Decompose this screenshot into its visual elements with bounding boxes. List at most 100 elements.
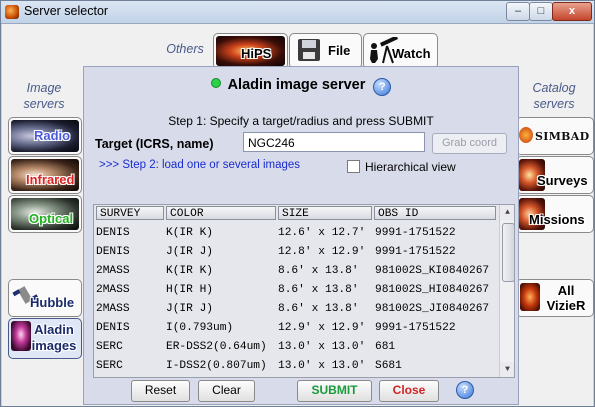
table-row[interactable]: SERC I-DSS2(0.807um) 13.0' x 13.0' S681 bbox=[94, 357, 496, 376]
target-input[interactable]: NGC246 bbox=[243, 132, 425, 152]
tab-watch[interactable]: Watch bbox=[363, 33, 438, 69]
cell-size: 8.6' x 13.8' bbox=[278, 284, 359, 296]
catalog-server-simbad[interactable]: SIMBAD bbox=[516, 117, 594, 155]
surveys-label: Surveys bbox=[537, 173, 588, 188]
image-servers-label: Image servers bbox=[23, 81, 65, 111]
cell-color: I-DSS2(0.807um) bbox=[166, 360, 267, 372]
table-scrollbar[interactable]: ▲ ▼ bbox=[499, 205, 514, 377]
help-icon-bottom[interactable]: ? bbox=[456, 381, 474, 399]
panel-title-row: Aladin image server? bbox=[84, 77, 518, 96]
cell-obs-id: 9991-1751522 bbox=[375, 227, 456, 239]
catalog-server-all-vizier[interactable]: All VizieR bbox=[516, 279, 594, 317]
status-led-icon bbox=[210, 78, 221, 88]
infrared-label: Infrared bbox=[26, 172, 75, 187]
cell-color: K(IR K) bbox=[166, 265, 213, 277]
close-window-button[interactable]: x bbox=[552, 2, 592, 21]
catalog-server-surveys[interactable]: Surveys bbox=[516, 156, 594, 194]
tab-file[interactable]: File bbox=[289, 33, 362, 69]
radio-label: Radio bbox=[34, 128, 71, 143]
cell-color: J(IR J) bbox=[166, 303, 213, 315]
cell-color: H(IR H) bbox=[166, 284, 213, 296]
simbad-label: SIMBAD bbox=[535, 130, 590, 143]
cell-color: B-DSS2(0.4um) bbox=[166, 376, 276, 377]
table-row[interactable]: DENIS I(0.793um) 12.9' x 12.9' 9991-1751522 bbox=[94, 319, 496, 338]
cell-survey: DENIS bbox=[96, 246, 130, 258]
image-server-radio[interactable]: Radio bbox=[8, 117, 82, 155]
tab-watch-label: Watch bbox=[392, 46, 431, 61]
floppy-disk-icon bbox=[298, 39, 320, 61]
tab-file-label: File bbox=[328, 43, 351, 58]
catalog-servers-label: Catalog servers bbox=[532, 81, 576, 111]
table-row[interactable]: 2MASS K(IR K) 8.6' x 13.8' 981002S_KI084026… bbox=[94, 262, 496, 281]
server-selector-window: Server selector – □ x Others Image serve… bbox=[0, 0, 595, 407]
tab-hips[interactable]: HiPS bbox=[213, 33, 288, 69]
grab-coord-button[interactable]: Grab coord bbox=[432, 133, 507, 154]
scroll-up-icon[interactable]: ▲ bbox=[500, 205, 514, 220]
table-row[interactable]: 2MASS H(IR H) 8.6' x 13.8' 981002S_HI084026… bbox=[94, 281, 496, 300]
cell-color: J(IR J) bbox=[166, 246, 213, 258]
table-row[interactable]: DENIS J(IR J) 12.8' x 12.9' 9991-1751522 bbox=[94, 243, 496, 262]
simbad-logo-icon bbox=[519, 127, 533, 143]
panel-title: Aladin image server bbox=[227, 77, 366, 93]
scroll-down-icon[interactable]: ▼ bbox=[500, 362, 514, 377]
title-bar: Server selector – □ x bbox=[1, 1, 594, 24]
help-icon[interactable]: ? bbox=[373, 78, 392, 96]
clear-button[interactable]: Clear bbox=[198, 380, 255, 402]
cell-survey: POSS bbox=[96, 376, 164, 377]
window-body: Others Image servers Catalog servers HiP… bbox=[2, 24, 594, 406]
cell-size: 13.0' x 13.0' bbox=[278, 360, 366, 372]
aladin-image-server-panel: Aladin image server? Step 1: Specify a t… bbox=[83, 66, 519, 405]
image-server-optical[interactable]: Optical bbox=[8, 195, 82, 233]
table-row[interactable]: SERC ER-DSS2(0.64um) 13.0' x 13.0' 681 bbox=[94, 338, 496, 357]
cell-size: 12.9' x 12.9' bbox=[278, 322, 366, 334]
window-title: Server selector bbox=[24, 4, 109, 18]
all-vizier-label: All VizieR bbox=[546, 283, 586, 313]
submit-button[interactable]: SUBMIT bbox=[297, 380, 372, 402]
scrollbar-thumb[interactable] bbox=[502, 223, 514, 282]
cell-survey: SERC bbox=[96, 360, 123, 372]
step2-instruction: >>> Step 2: load one or several images bbox=[99, 159, 301, 171]
cell-survey: SERC bbox=[96, 341, 123, 353]
cell-obs-id: 681 bbox=[375, 341, 396, 353]
cell-obs-id: 9991-1751522 bbox=[375, 322, 456, 334]
hierarchical-view-option[interactable]: Hierarchical view bbox=[347, 160, 456, 174]
table-row[interactable]: POSSB-DSS2(0.4um)13.0' x 13.0' 796 bbox=[94, 376, 496, 377]
catalog-server-missions[interactable]: Missions bbox=[516, 195, 594, 233]
close-button[interactable]: Close bbox=[379, 380, 439, 402]
reset-button[interactable]: Reset bbox=[131, 380, 190, 402]
cell-survey: DENIS bbox=[96, 322, 130, 334]
cell-size: 12.8' x 12.9' bbox=[278, 246, 366, 258]
cell-color: I(0.793um) bbox=[166, 322, 234, 334]
target-label: Target (ICRS, name) bbox=[95, 137, 214, 151]
column-header-color[interactable]: COLOR bbox=[166, 206, 276, 220]
cell-survey: 2MASS bbox=[96, 265, 130, 277]
image-server-aladin[interactable]: Aladin images bbox=[8, 318, 82, 359]
maximize-button[interactable]: □ bbox=[529, 2, 553, 21]
column-header-size[interactable]: SIZE bbox=[278, 206, 372, 220]
tab-hips-label: HiPS bbox=[241, 46, 272, 61]
cell-obs-id: S681 bbox=[375, 360, 402, 372]
column-header-obs-id[interactable]: OBS ID bbox=[374, 206, 496, 220]
cell-obs-id: 981002S_JI0840267 bbox=[375, 303, 490, 315]
optical-label: Optical bbox=[29, 211, 74, 226]
table-row[interactable]: 2MASS J(IR J) 8.6' x 13.8' 981002S_JI084026… bbox=[94, 300, 496, 319]
cell-survey: 2MASS bbox=[96, 284, 130, 296]
cell-obs-id: 981002S_KI0840267 bbox=[375, 265, 490, 277]
table-row[interactable]: DENIS K(IR K) 12.6' x 12.7' 9991-1751522 bbox=[94, 224, 496, 243]
cell-obs-id: 796 bbox=[375, 376, 495, 377]
cell-size: 8.6' x 13.8' bbox=[278, 265, 359, 277]
hubble-label: Hubble bbox=[30, 295, 75, 310]
cell-size: 13.0' x 13.0' bbox=[278, 376, 371, 377]
missions-label: Missions bbox=[529, 212, 585, 227]
cell-obs-id: 981002S_HI0840267 bbox=[375, 284, 490, 296]
image-server-hubble[interactable]: Hubble bbox=[8, 279, 82, 317]
column-header-survey[interactable]: SURVEY bbox=[96, 206, 164, 220]
minimize-button[interactable]: – bbox=[506, 2, 530, 21]
cell-survey: 2MASS bbox=[96, 303, 130, 315]
hierarchical-view-checkbox[interactable] bbox=[347, 160, 360, 173]
image-server-infrared[interactable]: Infrared bbox=[8, 156, 82, 194]
cell-size: 12.6' x 12.7' bbox=[278, 227, 366, 239]
others-label: Others bbox=[166, 42, 204, 56]
cell-color: ER-DSS2(0.64um) bbox=[166, 341, 267, 353]
step1-instruction: Step 1: Specify a target/radius and pres… bbox=[168, 114, 434, 128]
